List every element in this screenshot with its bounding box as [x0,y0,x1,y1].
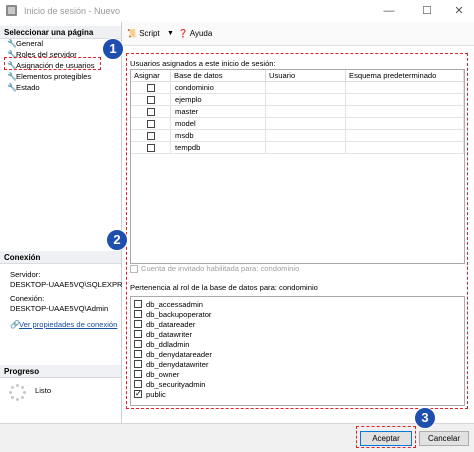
highlight-mapping-area [126,53,468,409]
close-button[interactable]: ✕ [444,2,474,20]
connection-value: DESKTOP-UAAE5VQ\Admin [10,304,109,313]
minimize-button[interactable]: — [374,2,404,20]
script-icon: 📜 [127,29,137,38]
page-general[interactable]: 🔧General [7,38,43,49]
highlight-user-mapping [4,57,101,70]
cancel-button[interactable]: Cancelar [419,431,469,446]
connection-heading: Conexión [0,251,121,264]
progress-spinner-icon [9,384,27,402]
step-badge-3: 3 [414,407,436,429]
script-button[interactable]: 📜 Script [127,28,160,39]
left-panel: Seleccionar una página 🔧General 🔧Roles d… [0,22,128,423]
server-value: DESKTOP-UAAE5VQ\SQLEXPRE [10,280,128,289]
properties-icon: 🔗 [10,320,20,329]
wrench-icon: 🔧 [7,39,17,48]
title-bar: Inicio de sesión - Nuevo — ☐ ✕ [0,0,474,23]
app-icon [6,5,17,16]
help-icon: ❓ [178,29,188,38]
page-securables[interactable]: 🔧Elementos protegibles [7,71,91,82]
help-button[interactable]: ❓ Ayuda [178,28,212,39]
highlight-ok-button [356,426,416,448]
progress-status: Listo [35,386,52,395]
progress-heading: Progreso [0,365,121,378]
page-status[interactable]: 🔧Estado [7,82,40,93]
window-title: Inicio de sesión - Nuevo [24,6,121,16]
maximize-button[interactable]: ☐ [412,2,442,20]
script-dropdown-icon[interactable]: ▼ [167,28,174,39]
wrench-icon: 🔧 [7,72,17,81]
step-badge-1: 1 [102,38,124,60]
wrench-icon: 🔧 [7,83,17,92]
toolbar: 📜 Script ▼ ❓ Ayuda [122,22,474,46]
step-badge-2: 2 [106,229,128,251]
view-connection-properties-link[interactable]: 🔗Ver propiedades de conexión [10,319,117,330]
